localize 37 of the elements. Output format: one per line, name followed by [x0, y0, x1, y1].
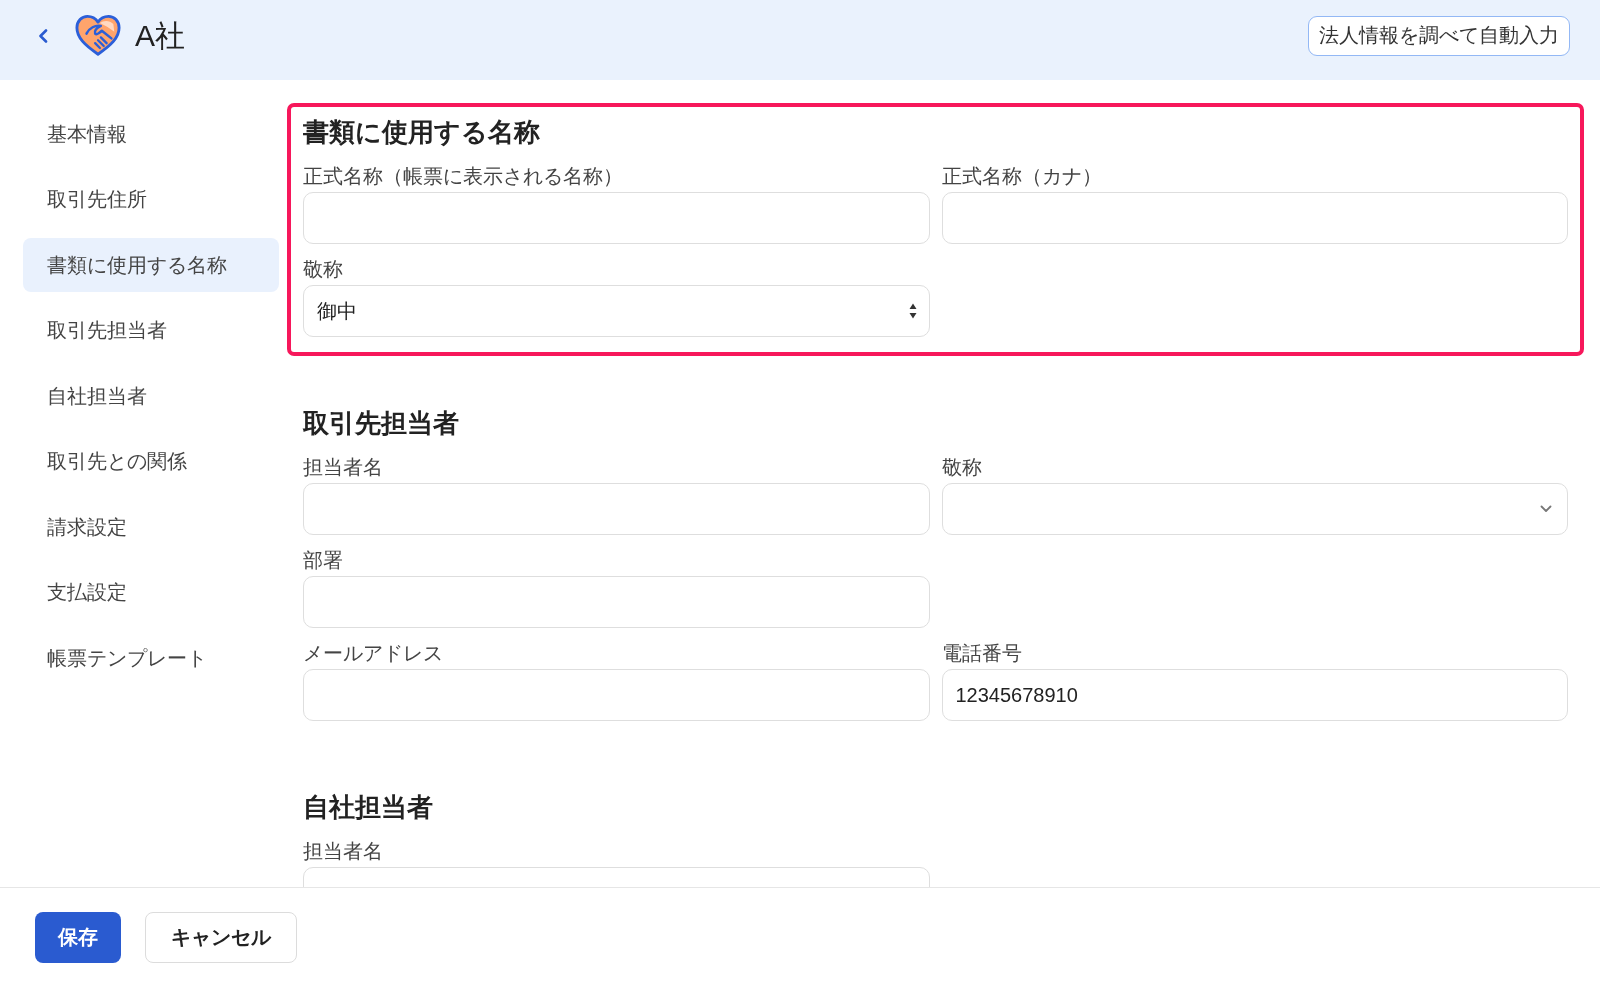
- input-field[interactable]: 12345678910: [941, 669, 1568, 721]
- back-icon[interactable]: [38, 28, 48, 43]
- sidebar-item[interactable]: 基本情報: [23, 107, 279, 161]
- field-label: 担当者名: [303, 839, 384, 864]
- field-label: 正式名称（帳票に表示される名称）: [303, 164, 624, 189]
- sidebar-item[interactable]: 自社担当者: [23, 369, 279, 423]
- input-field[interactable]: [941, 192, 1568, 244]
- section-heading: 取引先担当者: [303, 407, 460, 440]
- dropdown-field[interactable]: [941, 483, 1568, 535]
- select-field[interactable]: 御中: [303, 285, 930, 337]
- field-label: 敬称: [941, 455, 983, 480]
- up-down-arrows-icon: [908, 303, 917, 319]
- sidebar-item[interactable]: 取引先との関係: [23, 434, 279, 489]
- sidebar-item[interactable]: 帳票テンプレート: [23, 631, 279, 685]
- field-label: メールアドレス: [303, 641, 444, 666]
- save-button[interactable]: 保存: [35, 912, 121, 963]
- cancel-button[interactable]: キャンセル: [145, 912, 297, 963]
- field-label: 担当者名: [303, 455, 384, 480]
- field-label: 正式名称（カナ）: [941, 164, 1103, 189]
- page-title: A社: [135, 20, 185, 51]
- section-heading: 書類に使用する名称: [303, 116, 541, 149]
- sidebar-item[interactable]: 支払設定: [23, 565, 279, 620]
- sidebar-item[interactable]: 取引先担当者: [23, 303, 279, 358]
- sidebar-item[interactable]: 請求設定: [23, 500, 279, 554]
- input-field[interactable]: [303, 669, 930, 721]
- input-field[interactable]: [303, 576, 930, 628]
- field-label: 部署: [303, 548, 344, 573]
- autofill-button[interactable]: 法人情報を調べて自動入力: [1308, 15, 1570, 56]
- handshake-heart-icon: [75, 14, 121, 57]
- chevron-down-icon: [1540, 505, 1552, 513]
- field-label: 敬称: [303, 257, 344, 282]
- field-label: 電話番号: [941, 641, 1023, 666]
- input-field[interactable]: [303, 192, 930, 244]
- input-field[interactable]: [303, 483, 930, 535]
- sidebar-item[interactable]: 書類に使用する名称: [23, 238, 279, 292]
- sidebar-item[interactable]: 取引先住所: [23, 172, 279, 227]
- section-heading: 自社担当者: [303, 791, 434, 824]
